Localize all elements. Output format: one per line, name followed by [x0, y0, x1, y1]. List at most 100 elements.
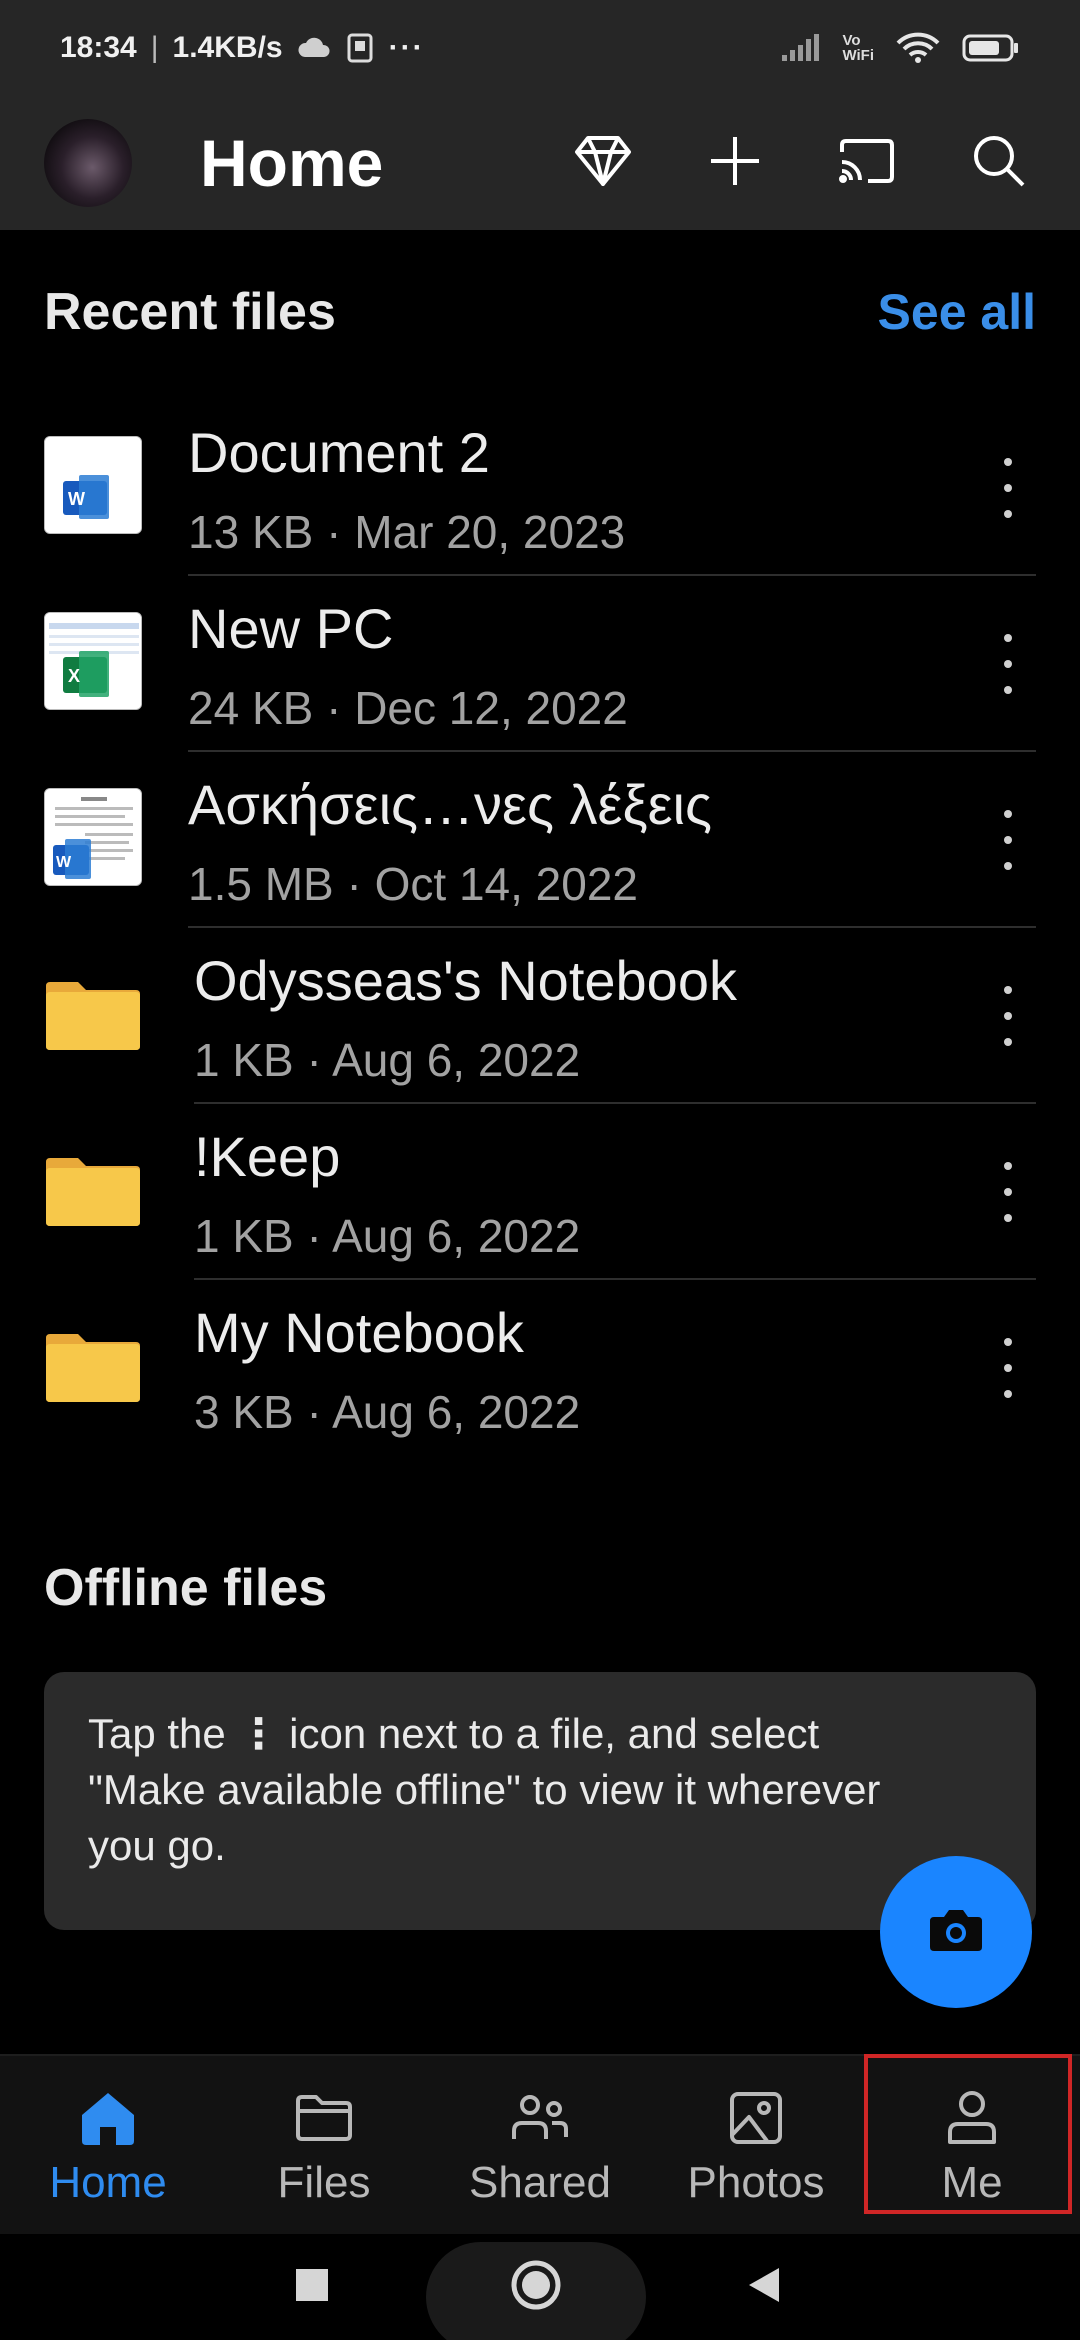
more-options-button[interactable]	[998, 1338, 1018, 1398]
list-item[interactable]: Odysseas's Notebook 1 KB · Aug 6, 2022	[0, 928, 1080, 1104]
app-bar: Home	[0, 96, 1080, 230]
list-item[interactable]: My Notebook 3 KB · Aug 6, 2022	[0, 1280, 1080, 1456]
cloud-icon	[297, 37, 331, 59]
home-icon	[76, 2086, 140, 2150]
nav-label: Me	[941, 2158, 1003, 2207]
nav-item-home[interactable]: Home	[0, 2056, 216, 2234]
list-item[interactable]: !Keep 1 KB · Aug 6, 2022	[0, 1104, 1080, 1280]
offline-files-hint-card: Tap the ⋮ icon next to a file, and selec…	[44, 1672, 1036, 1930]
diamond-icon	[574, 135, 632, 192]
recent-files-header: Recent files See all	[44, 282, 1036, 342]
photo-icon	[724, 2086, 788, 2150]
offline-files-header: Offline files	[44, 1558, 1036, 1618]
hint-line-3: you go.	[88, 1822, 226, 1869]
list-item[interactable]: W Ασκήσεις…νες λέξεις 1.5 MB · Oct 14, 2…	[0, 752, 1080, 928]
folder-icon	[44, 964, 142, 1062]
recent-files-title: Recent files	[44, 283, 336, 341]
search-button[interactable]	[968, 132, 1030, 194]
add-button[interactable]	[704, 132, 766, 194]
system-navigation-bar	[0, 2234, 1080, 2340]
person-icon	[940, 2086, 1004, 2150]
file-name: Document 2	[188, 421, 490, 484]
more-options-button[interactable]	[998, 1162, 1018, 1222]
file-texts: Document 2 13 KB · Mar 20, 2023	[188, 420, 960, 559]
file-texts: Odysseas's Notebook 1 KB · Aug 6, 2022	[194, 948, 960, 1087]
file-name: My Notebook	[194, 1301, 524, 1364]
vowifi-bottom: WiFi	[842, 47, 874, 64]
nav-label: Home	[49, 2158, 167, 2207]
status-right: Vo WiFi	[780, 31, 1020, 65]
page-title: Home	[200, 126, 384, 200]
file-name: Ασκήσεις…νες λέξεις	[188, 773, 712, 836]
status-network-speed: 1.4KB/s	[172, 31, 283, 64]
camera-icon	[928, 1907, 984, 1958]
hint-line-2: "Make available offline" to view it wher…	[88, 1766, 881, 1813]
status-bar: 18:34 | 1.4KB/s ··· Vo WiFi	[0, 0, 1080, 96]
more-vertical-icon: ⋮	[237, 1710, 280, 1757]
avatar[interactable]	[44, 119, 132, 207]
system-home-button[interactable]	[506, 2234, 566, 2340]
list-item[interactable]: X New PC 24 KB · Dec 12, 2022	[0, 576, 1080, 752]
people-icon	[508, 2086, 572, 2150]
recents-button[interactable]	[282, 2234, 342, 2340]
file-meta: 24 KB · Dec 12, 2022	[188, 682, 628, 734]
back-triangle-icon	[747, 2266, 781, 2309]
nav-label: Photos	[687, 2158, 825, 2207]
folder-icon	[292, 2086, 356, 2150]
svg-text:W: W	[56, 854, 72, 871]
folder-icon	[44, 1316, 142, 1414]
hint-line-1: Tap the ⋮ icon next to a file, and selec…	[88, 1706, 992, 1762]
wifi-icon	[896, 31, 940, 65]
more-options-button[interactable]	[998, 634, 1018, 694]
nav-label: Files	[277, 2158, 371, 2207]
hint-text: Tap the	[88, 1710, 226, 1757]
see-all-link[interactable]: See all	[878, 283, 1036, 341]
app-bar-actions	[572, 132, 1036, 194]
file-meta: 13 KB · Mar 20, 2023	[188, 506, 626, 558]
bottom-navigation: Home Files Shared Photos Me	[0, 2054, 1080, 2234]
back-button[interactable]	[734, 2234, 794, 2340]
recent-files-list: W Document 2 13 KB · Mar 20, 2023 X New …	[0, 400, 1080, 1456]
nav-label: Shared	[469, 2158, 611, 2207]
status-more-dots: ···	[388, 31, 425, 64]
file-meta: 1.5 MB · Oct 14, 2022	[188, 858, 639, 910]
file-texts: !Keep 1 KB · Aug 6, 2022	[194, 1124, 960, 1263]
camera-scan-button[interactable]	[880, 1856, 1032, 2008]
cast-button[interactable]	[836, 132, 898, 194]
cast-icon	[838, 138, 896, 189]
word-file-icon: W	[44, 436, 142, 534]
more-options-button[interactable]	[998, 810, 1018, 870]
vowifi-indicator: Vo WiFi	[842, 33, 874, 63]
offline-files-title: Offline files	[44, 1559, 328, 1617]
search-icon	[972, 134, 1026, 193]
folder-icon	[44, 1140, 142, 1238]
nav-item-me[interactable]: Me	[864, 2056, 1080, 2234]
hint-text: icon next to a file, and select	[289, 1710, 820, 1757]
file-meta: 3 KB · Aug 6, 2022	[194, 1386, 581, 1438]
excel-file-icon: X	[44, 612, 142, 710]
file-meta: 1 KB · Aug 6, 2022	[194, 1034, 581, 1086]
list-item[interactable]: W Document 2 13 KB · Mar 20, 2023	[0, 400, 1080, 576]
nav-item-files[interactable]: Files	[216, 2056, 432, 2234]
nav-item-photos[interactable]: Photos	[648, 2056, 864, 2234]
sim-card-icon	[345, 31, 375, 65]
nav-item-shared[interactable]: Shared	[432, 2056, 648, 2234]
circle-icon	[510, 2259, 562, 2316]
file-texts: Ασκήσεις…νες λέξεις 1.5 MB · Oct 14, 202…	[188, 772, 960, 911]
plus-icon	[708, 134, 762, 193]
battery-icon	[962, 33, 1020, 63]
status-time: 18:34	[60, 31, 137, 64]
more-options-button[interactable]	[998, 458, 1018, 518]
svg-text:X: X	[68, 666, 80, 686]
file-texts: New PC 24 KB · Dec 12, 2022	[188, 596, 960, 735]
file-meta: 1 KB · Aug 6, 2022	[194, 1210, 581, 1262]
file-name: New PC	[188, 597, 394, 660]
vowifi-top: Vo	[842, 32, 861, 49]
square-icon	[295, 2268, 329, 2307]
premium-button[interactable]	[572, 132, 634, 194]
file-texts: My Notebook 3 KB · Aug 6, 2022	[194, 1300, 960, 1439]
word-document-preview-icon: W	[44, 788, 142, 886]
file-name: !Keep	[194, 1125, 341, 1188]
svg-text:W: W	[68, 489, 85, 509]
more-options-button[interactable]	[998, 986, 1018, 1046]
